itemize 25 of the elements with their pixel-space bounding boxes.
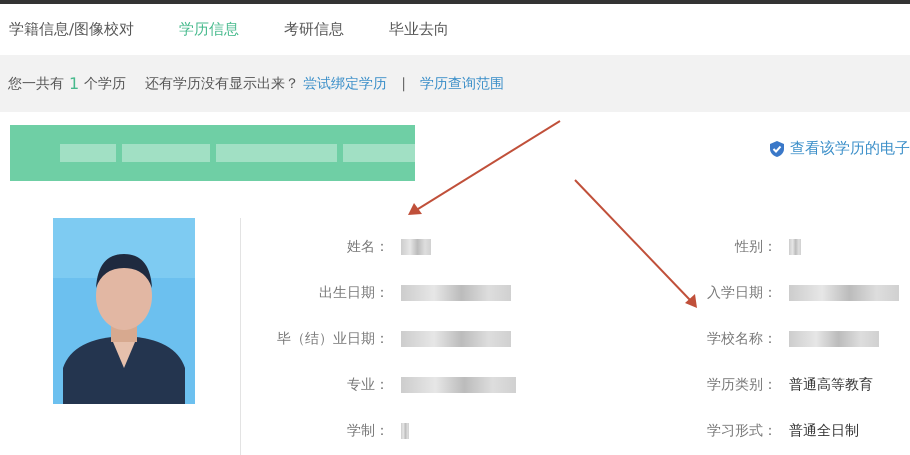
separator: |: [401, 76, 406, 92]
field-label: 学历类别：: [706, 376, 777, 394]
shield-check-icon: [770, 140, 784, 156]
field-label: 入学日期：: [706, 284, 777, 302]
tab[interactable]: 考研信息: [284, 16, 344, 43]
link[interactable]: 尝试绑定学历: [303, 74, 388, 92]
certificate-link[interactable]: 查看该学历的电子: [770, 139, 910, 158]
question-text: 还有学历没有显示出来？: [145, 74, 300, 92]
tab[interactable]: 毕业去向: [389, 16, 450, 43]
field-label: 性别：: [734, 238, 777, 256]
field-label: 姓名：: [346, 238, 389, 256]
field-label: 学校名称：: [706, 330, 777, 348]
tab[interactable]: 学历信息: [179, 16, 240, 43]
tab[interactable]: 学籍信息/图像校对: [9, 16, 134, 43]
field-value: 普通高等教育: [789, 376, 874, 394]
count: 1: [69, 74, 80, 93]
link[interactable]: 学历查询范围: [420, 74, 504, 92]
field-value: 普通全日制: [789, 422, 860, 440]
field-label: 出生日期：: [318, 284, 389, 302]
field-label: 专业：: [346, 376, 389, 394]
field-label: 毕（结）业日期：: [276, 330, 389, 348]
summary-text: 您一共有: [8, 74, 64, 92]
field-label: 学制：: [346, 422, 389, 440]
field-label: 学习形式：: [706, 422, 777, 440]
summary-text: 个学历: [84, 74, 126, 92]
